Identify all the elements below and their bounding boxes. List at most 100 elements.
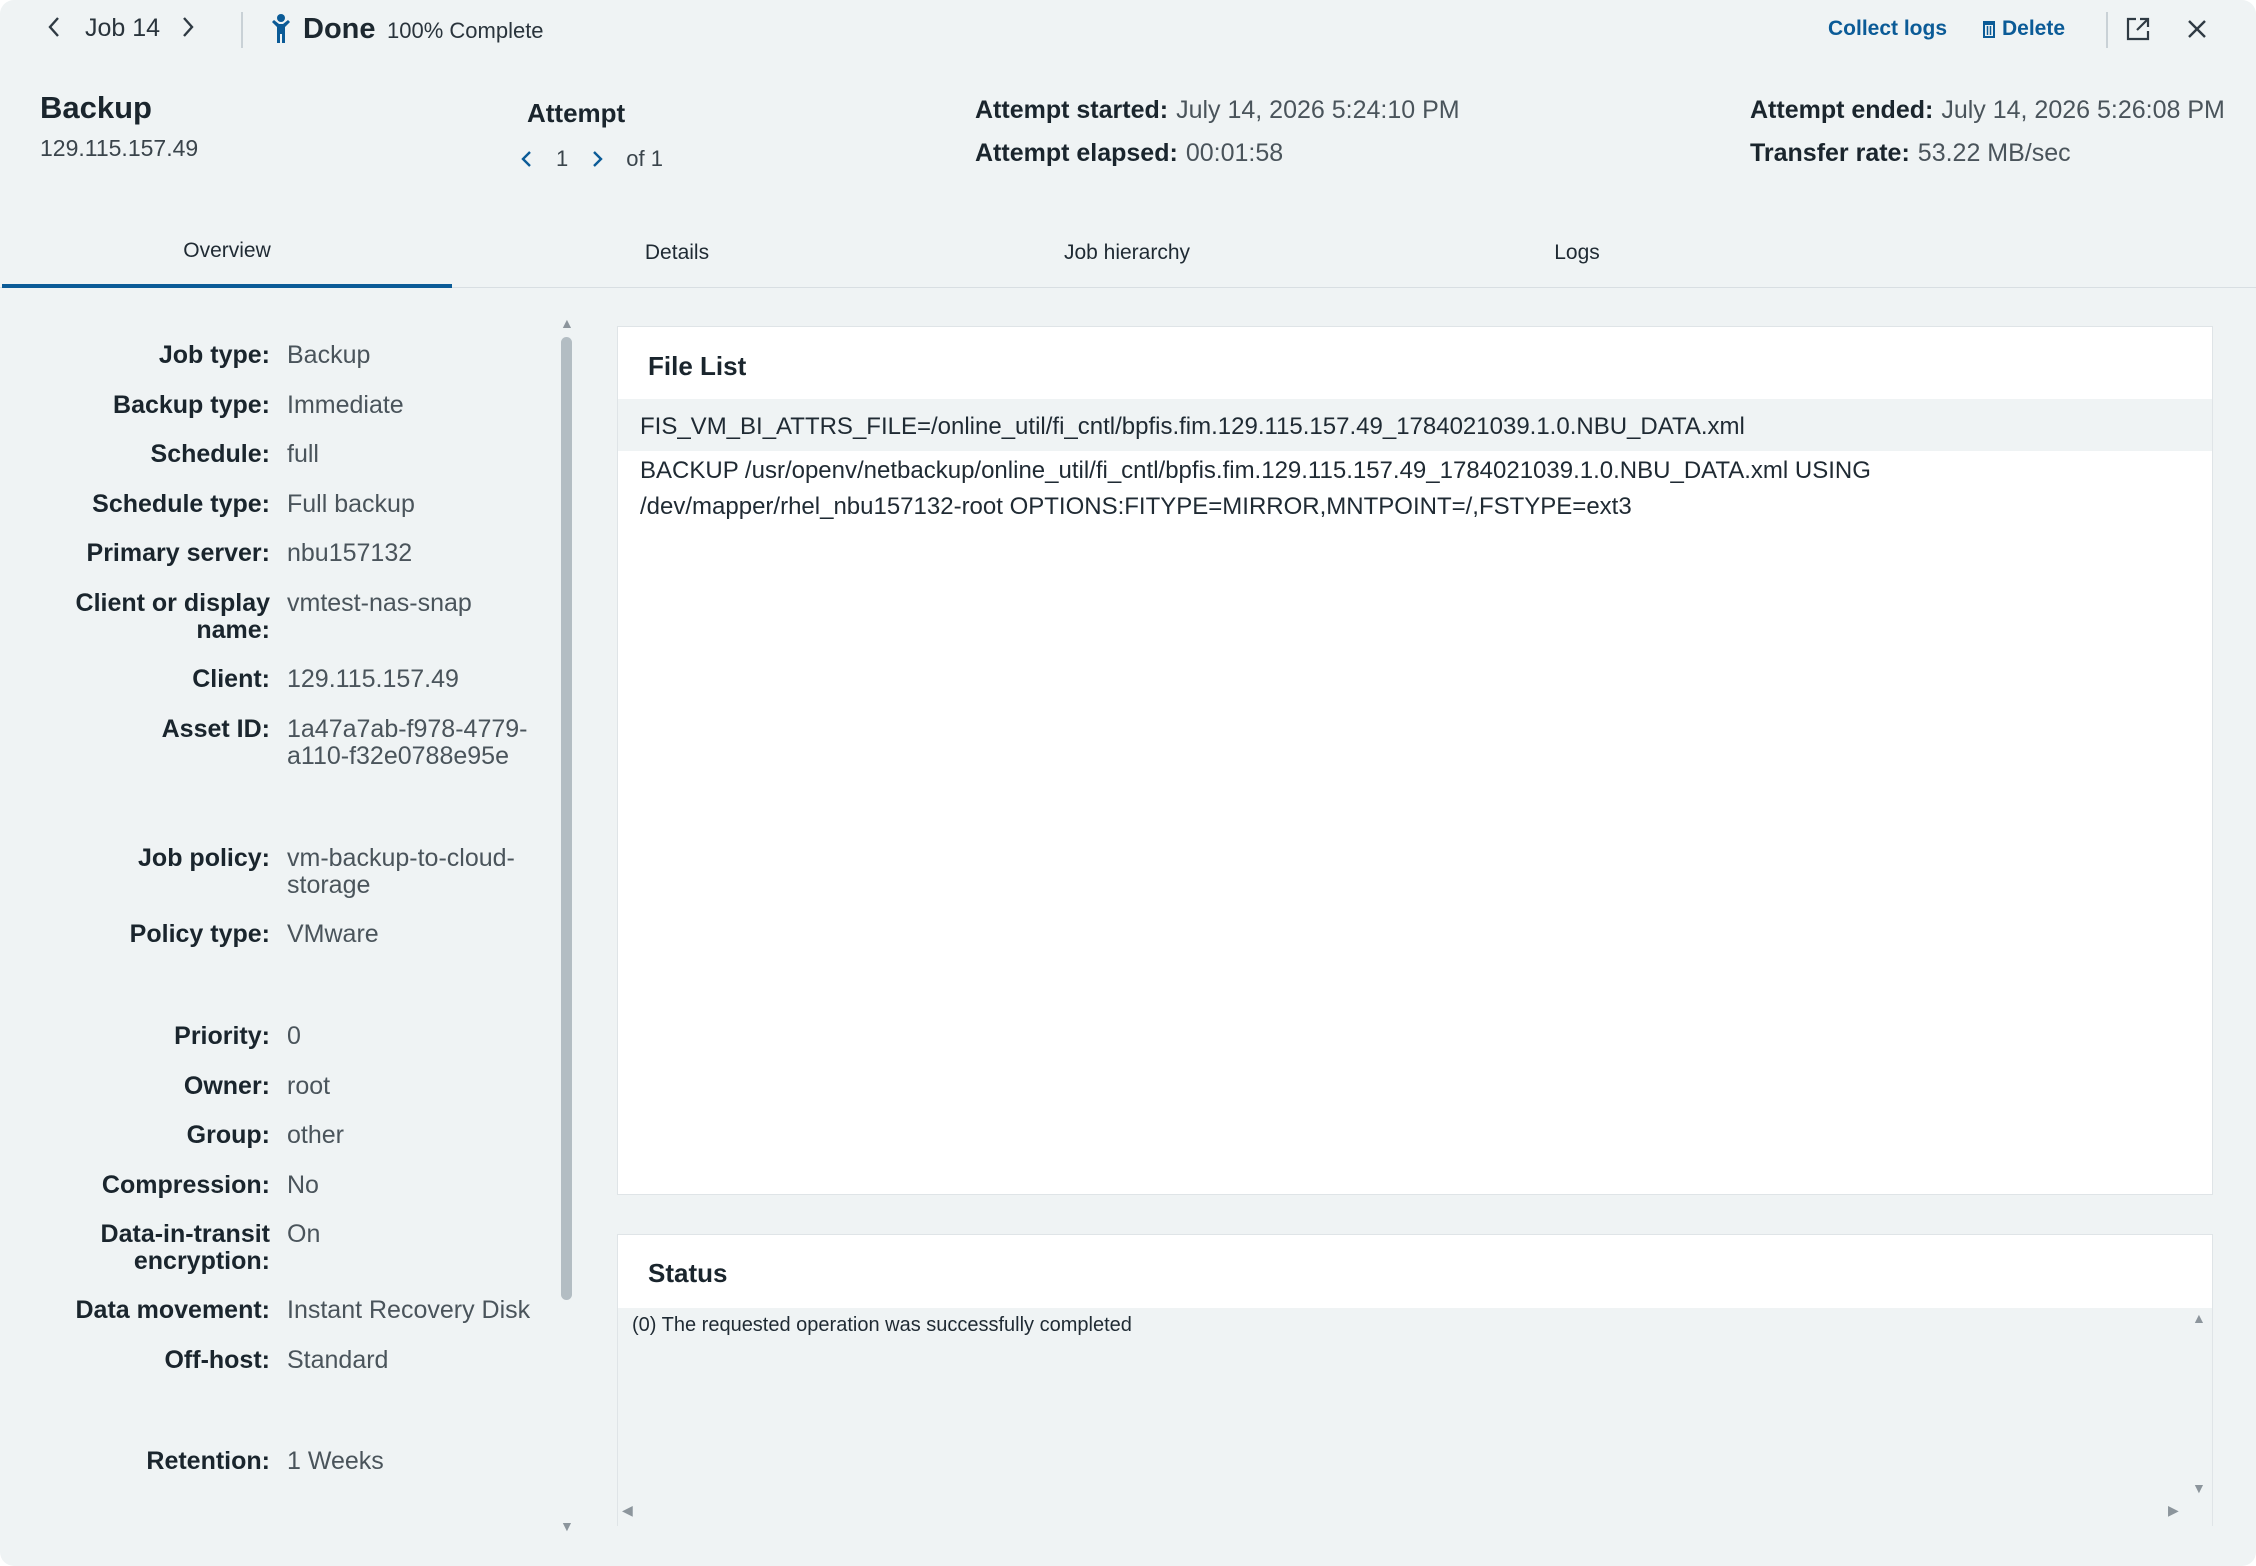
percent-complete: 100% Complete: [387, 18, 544, 43]
property-label: Schedule type:: [92, 490, 270, 518]
attempt-ended-value: July 14, 2026 5:26:08 PM: [1941, 96, 2225, 124]
tab-details[interactable]: Details: [452, 218, 902, 288]
tab-logs[interactable]: Logs: [1352, 218, 1802, 288]
property-label: Client or display name:: [75, 589, 270, 644]
property-label: Off-host:: [164, 1346, 270, 1374]
chevron-right-icon: [183, 17, 194, 37]
property-label: Asset ID:: [161, 715, 270, 743]
scroll-up-arrow-icon[interactable]: ▲: [560, 315, 574, 331]
status-title: Status: [648, 1258, 728, 1288]
scroll-left-arrow-icon[interactable]: ◀: [622, 1502, 633, 1519]
property-label: Client:: [192, 665, 270, 693]
attempt-started-value: July 14, 2026 5:24:10 PM: [1176, 96, 1460, 124]
property-label: Schedule:: [150, 440, 270, 468]
page-subtitle: 129.115.157.49: [40, 135, 199, 161]
attempt-started: Attempt started: July 14, 2026 5:24:10 PM: [975, 96, 1460, 125]
property-label: Backup type:: [113, 391, 270, 419]
chevron-left-icon: [521, 151, 531, 167]
property-value: nbu157132: [287, 539, 413, 567]
property-label: Job type:: [158, 341, 270, 369]
chevron-left-icon: [48, 17, 59, 37]
property-value: Full backup: [287, 490, 415, 518]
property-value: On: [287, 1220, 321, 1248]
property-value: full: [287, 440, 319, 468]
file-list-title: File List: [648, 351, 747, 381]
transfer-rate: Transfer rate: 53.22 MB/sec: [1750, 139, 2071, 168]
top-bar: Job 14 Done 100% Complete Collect logs D…: [0, 0, 2256, 62]
property-label: Owner:: [183, 1072, 270, 1100]
close-button[interactable]: [2186, 18, 2208, 45]
done-status-icon: [270, 13, 292, 45]
property-value: 1a47a7ab-f978-4779-a110-f32e0788e95e: [287, 715, 528, 770]
file-list-card: File List FIS_VM_BI_ATTRS_FILE=/online_u…: [617, 326, 2213, 1195]
attempt-elapsed: Attempt elapsed: 00:01:58: [975, 139, 1283, 168]
delete-button[interactable]: Delete: [1982, 17, 2065, 41]
status-card: Status (0) The requested operation was s…: [617, 1234, 2213, 1526]
scroll-right-arrow-icon[interactable]: ▶: [2168, 1502, 2179, 1519]
properties-scrollbar[interactable]: ▲ ▼: [558, 315, 578, 1537]
scroll-down-arrow-icon[interactable]: ▼: [2192, 1480, 2206, 1496]
next-job-button[interactable]: [180, 14, 196, 40]
previous-attempt-button[interactable]: [520, 148, 534, 170]
property-value: 0: [287, 1022, 301, 1050]
property-value: vm-backup-to-cloud-storage: [287, 844, 515, 899]
attempt-elapsed-label: Attempt elapsed:: [975, 139, 1178, 167]
property-label: Retention:: [146, 1447, 270, 1475]
collect-logs-button[interactable]: Collect logs: [1828, 17, 1947, 41]
file-list: FIS_VM_BI_ATTRS_FILE=/online_util/fi_cnt…: [618, 399, 2212, 525]
status-done-label: Done: [303, 13, 376, 45]
close-icon: [2188, 20, 2206, 38]
previous-job-button[interactable]: [46, 14, 62, 40]
scroll-down-arrow-icon[interactable]: ▼: [560, 1518, 574, 1534]
property-value: root: [287, 1072, 331, 1100]
property-value: Instant Recovery Disk: [287, 1296, 531, 1324]
property-label: Group:: [186, 1121, 270, 1149]
property-value: 1 Weeks: [287, 1447, 384, 1475]
status-text-area: (0) The requested operation was successf…: [618, 1308, 2212, 1526]
property-value: No: [287, 1171, 319, 1199]
job-label: Job 14: [85, 14, 161, 42]
tab-overview[interactable]: Overview: [2, 218, 452, 288]
property-label: Compression:: [101, 1171, 270, 1199]
list-item: FIS_VM_BI_ATTRS_FILE=/online_util/fi_cnt…: [618, 399, 2212, 451]
property-label: Priority:: [174, 1022, 270, 1050]
page-title: Backup: [40, 90, 152, 125]
open-new-window-button[interactable]: [2125, 16, 2151, 47]
attempt-pager: 1 of 1: [520, 146, 663, 172]
job-details-dialog: Job 14 Done 100% Complete Collect logs D…: [0, 0, 2256, 1566]
next-attempt-button[interactable]: [590, 148, 604, 170]
property-value: Immediate: [287, 391, 404, 419]
property-label: Data movement:: [75, 1296, 271, 1324]
attempt-ended: Attempt ended: July 14, 2026 5:26:08 PM: [1750, 96, 2225, 125]
attempt-started-label: Attempt started:: [975, 96, 1169, 124]
delete-label: Delete: [2002, 17, 2066, 40]
divider: [241, 12, 243, 48]
status-message: (0) The requested operation was successf…: [632, 1314, 1132, 1336]
scrollbar-thumb[interactable]: [561, 337, 572, 1300]
property-label: Primary server:: [86, 539, 270, 567]
attempt-current: 1: [556, 146, 569, 171]
tab-bar: Overview Details Job hierarchy Logs: [0, 218, 2256, 288]
attempt-total: of 1: [626, 146, 663, 171]
property-label: Data-in-transit encryption:: [100, 1220, 270, 1275]
property-value: vmtest-nas-snap: [287, 589, 472, 617]
transfer-rate-value: 53.22 MB/sec: [1917, 139, 2071, 167]
attempt-elapsed-value: 00:01:58: [1185, 139, 1284, 167]
attempt-ended-label: Attempt ended:: [1750, 96, 1934, 124]
property-label: Job policy:: [138, 844, 270, 872]
transfer-rate-label: Transfer rate:: [1750, 139, 1910, 167]
property-value: Standard: [287, 1346, 389, 1374]
list-item: BACKUP /usr/openv/netbackup/online_util/…: [618, 451, 2212, 525]
chevron-right-icon: [593, 151, 603, 167]
property-value: VMware: [287, 920, 379, 948]
external-link-icon: [2126, 17, 2150, 41]
attempt-title: Attempt: [527, 98, 626, 128]
tab-job-hierarchy[interactable]: Job hierarchy: [902, 218, 1352, 288]
property-value: Backup: [287, 341, 371, 369]
property-value: 129.115.157.49: [287, 665, 459, 693]
divider: [2106, 12, 2108, 48]
property-value: other: [287, 1121, 344, 1149]
trash-icon: [1983, 21, 1995, 38]
scroll-up-arrow-icon[interactable]: ▲: [2192, 1310, 2206, 1326]
property-label: Policy type:: [129, 920, 270, 948]
